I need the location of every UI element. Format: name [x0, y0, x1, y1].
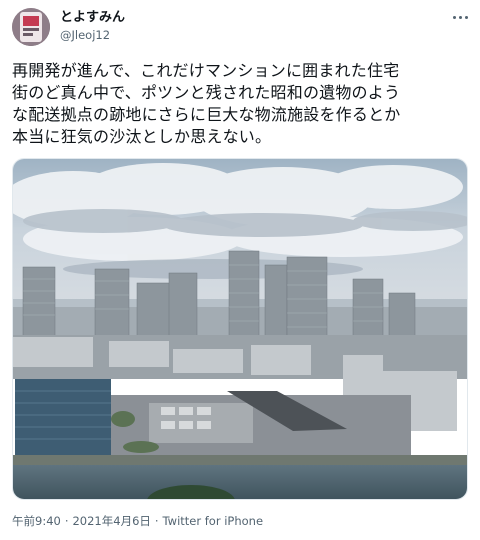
avatar[interactable] — [12, 8, 50, 46]
tweet-meta: 午前9:40 · 2021年4月6日 · Twitter for iPhone — [12, 514, 263, 528]
more-horizontal-icon — [451, 15, 469, 19]
meta-separator: · — [64, 514, 69, 528]
tweet-text-line: な配送拠点の跡地にさらに巨大な物流施設を作るとか — [12, 105, 401, 124]
more-options-button[interactable] — [448, 8, 472, 26]
tweet-text-line: 街のど真ん中で、ポツンと残された昭和の遺物のよう — [12, 83, 401, 102]
tweet-card: とよすみん @Jleoj12 再開発が進んで、これだけマンションに囲まれた住宅 … — [0, 0, 480, 540]
tweet-photo[interactable] — [12, 158, 468, 500]
tweet-text-line: 再開発が進んで、これだけマンションに囲まれた住宅 — [12, 61, 400, 80]
display-name[interactable]: とよすみん — [60, 10, 125, 26]
tweet-text-line: 本当に狂気の沙汰としか思えない。 — [12, 127, 272, 146]
tweet-time[interactable]: 午前9:40 — [12, 514, 61, 528]
tweet-text: 再開発が進んで、これだけマンションに囲まれた住宅 街のど真ん中で、ポツンと残され… — [12, 60, 472, 148]
meta-separator: · — [154, 514, 159, 528]
user-handle[interactable]: @Jleoj12 — [60, 28, 110, 42]
city-skyline-photo — [13, 159, 467, 499]
tweet-date[interactable]: 2021年4月6日 — [72, 514, 150, 528]
tweet-source[interactable]: Twitter for iPhone — [163, 514, 264, 528]
